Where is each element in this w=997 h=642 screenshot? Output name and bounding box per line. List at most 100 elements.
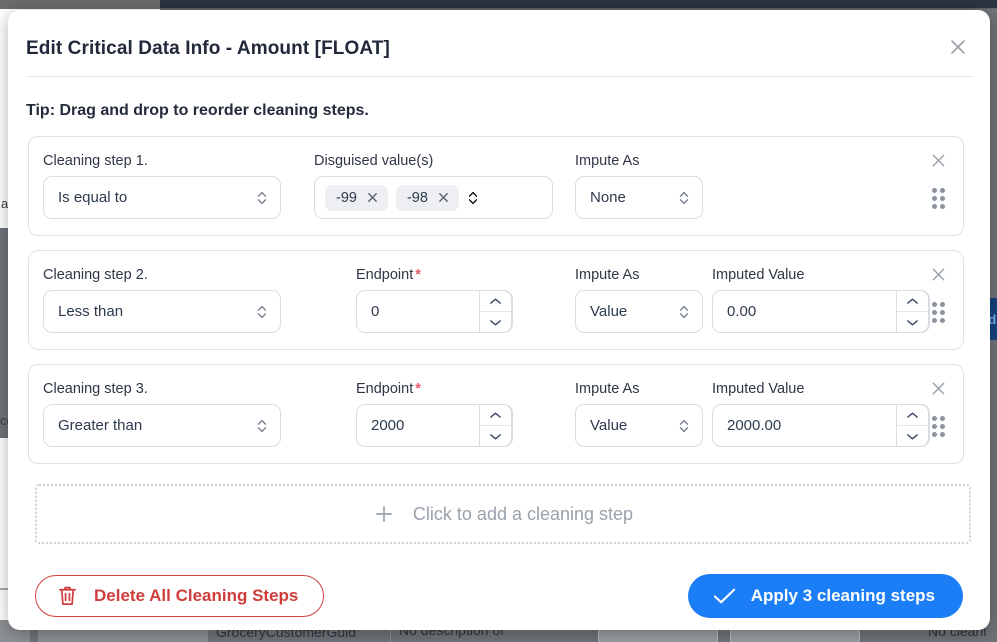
cleaning-step-row: Cleaning step 3. Greater than Endpoint * … bbox=[28, 364, 964, 464]
stepper-down-icon[interactable] bbox=[480, 426, 511, 446]
disguised-values-input[interactable]: -99 -98 bbox=[314, 176, 553, 219]
apply-cleaning-steps-button[interactable]: Apply 3 cleaning steps bbox=[687, 574, 963, 618]
cleaning-step-row: Cleaning step 1. Is equal to Disguised v… bbox=[28, 136, 964, 236]
endpoint-input[interactable]: 0 bbox=[356, 290, 513, 333]
required-marker: * bbox=[415, 381, 421, 397]
chevron-updown-icon bbox=[256, 417, 268, 435]
endpoint-stepper[interactable] bbox=[479, 290, 512, 333]
close-icon[interactable] bbox=[945, 34, 971, 60]
chevron-updown-icon bbox=[467, 189, 479, 207]
tag-remove-icon[interactable] bbox=[437, 191, 450, 204]
imputed-value-field: Imputed Value 0.00 bbox=[712, 267, 930, 333]
delete-all-cleaning-steps-label: Delete All Cleaning Steps bbox=[94, 586, 299, 605]
dialog-header: Edit Critical Data Info - Amount [FLOAT] bbox=[8, 10, 990, 76]
endpoint-input[interactable]: 2000 bbox=[356, 404, 513, 447]
tag-chip[interactable]: -98 bbox=[395, 184, 459, 211]
tag-chip[interactable]: -99 bbox=[325, 184, 388, 211]
stepper-down-icon[interactable] bbox=[897, 426, 928, 446]
impute-as-value: Value bbox=[590, 417, 628, 434]
imputed-value-text: 0.00 bbox=[727, 303, 757, 320]
endpoint-field: Endpoint * 2000 bbox=[356, 381, 513, 447]
condition-value: Is equal to bbox=[58, 189, 128, 206]
remove-step-icon[interactable] bbox=[927, 377, 949, 399]
endpoint-label: Endpoint * bbox=[356, 267, 513, 283]
impute-as-label: Impute As bbox=[575, 267, 640, 283]
impute-as-select[interactable]: Value bbox=[575, 290, 703, 333]
condition-select[interactable]: Is equal to bbox=[43, 176, 281, 219]
stepper-up-icon[interactable] bbox=[897, 291, 928, 312]
imputed-value-input[interactable]: 2000.00 bbox=[712, 404, 930, 447]
imputed-value-input[interactable]: 0.00 bbox=[712, 290, 930, 333]
imputed-value-stepper[interactable] bbox=[896, 290, 929, 333]
step-label: Cleaning step 3. bbox=[43, 381, 148, 397]
edit-critical-data-info-dialog: Edit Critical Data Info - Amount [FLOAT]… bbox=[8, 10, 990, 630]
imputed-value-text: 2000.00 bbox=[727, 417, 782, 434]
impute-as-label: Impute As bbox=[575, 153, 640, 169]
stepper-down-icon[interactable] bbox=[480, 312, 511, 332]
background-topbar-left bbox=[0, 0, 160, 9]
impute-as-field: Impute As Value bbox=[575, 267, 703, 333]
chevron-updown-icon bbox=[678, 417, 690, 435]
condition-select[interactable]: Less than bbox=[43, 290, 281, 333]
endpoint-value: 2000 bbox=[371, 417, 405, 434]
remove-step-icon[interactable] bbox=[927, 263, 949, 285]
tag-chip-label: -98 bbox=[406, 189, 428, 206]
step-label: Cleaning step 2. bbox=[43, 267, 148, 283]
endpoint-stepper[interactable] bbox=[479, 404, 512, 447]
imputed-value-field: Imputed Value 2000.00 bbox=[712, 381, 930, 447]
cleaning-steps-list: Cleaning step 1. Is equal to Disguised v… bbox=[28, 136, 964, 478]
check-icon bbox=[712, 586, 737, 606]
endpoint-value: 0 bbox=[371, 303, 380, 320]
tag-chip-label: -99 bbox=[336, 189, 357, 206]
condition-field: Cleaning step 3. Greater than bbox=[43, 381, 281, 447]
add-cleaning-step-label: Click to add a cleaning step bbox=[412, 503, 634, 524]
endpoint-label: Endpoint * bbox=[356, 381, 513, 397]
endpoint-label-text: Endpoint bbox=[356, 267, 414, 283]
stepper-down-icon[interactable] bbox=[897, 312, 928, 332]
dialog-title: Edit Critical Data Info - Amount [FLOAT] bbox=[26, 38, 390, 59]
chevron-updown-icon bbox=[678, 189, 690, 207]
header-divider bbox=[26, 76, 972, 77]
drag-handle-icon[interactable] bbox=[927, 301, 949, 323]
apply-cleaning-steps-label: Apply 3 cleaning steps bbox=[750, 586, 935, 605]
condition-field: Cleaning step 2. Less than bbox=[43, 267, 281, 333]
stepper-up-icon[interactable] bbox=[897, 405, 928, 426]
impute-as-select[interactable]: None bbox=[575, 176, 703, 219]
impute-as-label: Impute As bbox=[575, 381, 640, 397]
drag-handle-icon[interactable] bbox=[927, 187, 949, 209]
condition-field: Cleaning step 1. Is equal to bbox=[43, 153, 281, 219]
required-marker: * bbox=[415, 267, 421, 283]
impute-as-field: Impute As Value bbox=[575, 381, 703, 447]
remove-step-icon[interactable] bbox=[927, 149, 949, 171]
step-label: Cleaning step 1. bbox=[43, 153, 148, 169]
disguised-values-label: Disguised value(s) bbox=[314, 153, 434, 169]
condition-value: Greater than bbox=[58, 417, 143, 434]
add-cleaning-step-button[interactable]: Click to add a cleaning step bbox=[35, 484, 971, 544]
impute-as-value: None bbox=[590, 189, 626, 206]
impute-as-value: Value bbox=[590, 303, 628, 320]
tip-text: Tip: Drag and drop to reorder cleaning s… bbox=[26, 102, 369, 119]
drag-handle-icon[interactable] bbox=[927, 415, 949, 437]
impute-as-select[interactable]: Value bbox=[575, 404, 703, 447]
disguised-values-field: Disguised value(s) -99 -98 bbox=[314, 153, 553, 219]
stepper-up-icon[interactable] bbox=[480, 291, 511, 312]
imputed-value-label: Imputed Value bbox=[712, 381, 805, 397]
chevron-updown-icon bbox=[256, 303, 268, 321]
impute-as-field: Impute As None bbox=[575, 153, 703, 219]
imputed-value-stepper[interactable] bbox=[896, 404, 929, 447]
endpoint-label-text: Endpoint bbox=[356, 381, 414, 397]
stepper-up-icon[interactable] bbox=[480, 405, 511, 426]
imputed-value-label: Imputed Value bbox=[712, 267, 805, 283]
chevron-updown-icon bbox=[256, 189, 268, 207]
trash-icon bbox=[56, 584, 79, 608]
delete-all-cleaning-steps-button[interactable]: Delete All Cleaning Steps bbox=[35, 575, 325, 617]
background-topbar bbox=[160, 0, 997, 8]
condition-value: Less than bbox=[58, 303, 124, 320]
condition-select[interactable]: Greater than bbox=[43, 404, 281, 447]
screen: a ce ed al ani pp GroceryCustomerGuid No… bbox=[0, 0, 997, 642]
cleaning-step-row: Cleaning step 2. Less than Endpoint* 0 bbox=[28, 250, 964, 350]
endpoint-field: Endpoint * 0 bbox=[356, 267, 513, 333]
tag-remove-icon[interactable] bbox=[366, 191, 379, 204]
chevron-updown-icon bbox=[678, 303, 690, 321]
plus-icon bbox=[373, 503, 395, 525]
